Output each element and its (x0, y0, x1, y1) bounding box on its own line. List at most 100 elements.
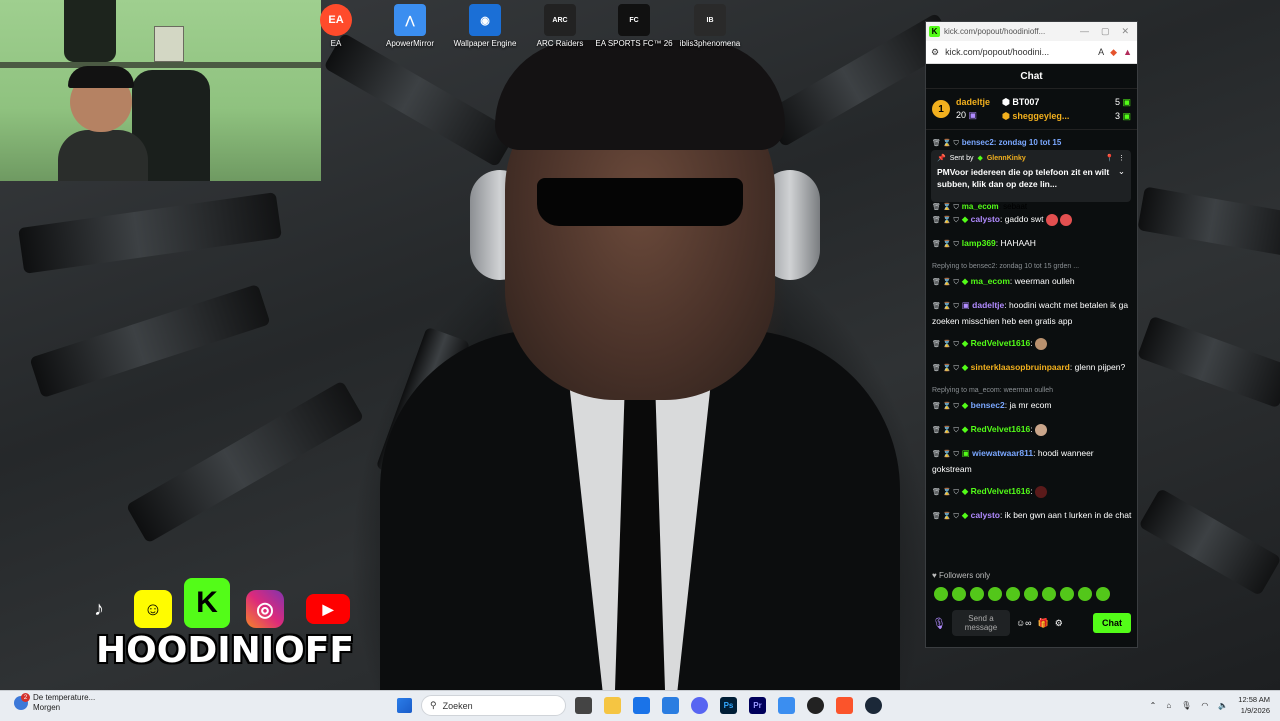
brave-shield-icon[interactable]: ◆ (1110, 47, 1117, 58)
badge-icon: ▣ (961, 300, 970, 310)
emote-icon[interactable] (952, 587, 966, 601)
volume-icon[interactable]: 🔈 (1218, 701, 1228, 710)
apowermirror-taskbar-icon[interactable] (778, 697, 795, 714)
desktop-icon-ea-fc[interactable]: FC EA SPORTS FC™ 26 (594, 4, 674, 48)
emote-icon[interactable] (1096, 587, 1110, 601)
emote-icon[interactable] (1078, 587, 1092, 601)
emote-icon (1034, 423, 1047, 436)
address-bar[interactable]: ⚙ kick.com/popout/hoodini... A ◆ ▲ (926, 41, 1137, 64)
desktop-icon-ea[interactable]: EA EA (296, 4, 376, 48)
emote-picker-icon[interactable]: ☺∞ (1016, 618, 1032, 628)
chevron-up-icon[interactable]: ⌃ (1150, 701, 1157, 710)
chat-username[interactable]: RedVelvet1616 (971, 486, 1031, 496)
microphone-icon[interactable]: 🎙 (932, 617, 946, 630)
send-chat-button[interactable]: Chat (1093, 613, 1131, 633)
emote-icon[interactable] (988, 587, 1002, 601)
windows-start-icon[interactable] (397, 698, 412, 713)
chat-username[interactable]: wiewatwaar811 (972, 448, 1033, 458)
badge-icon: ◆ (961, 486, 969, 496)
network-icon[interactable]: ⌂ (1166, 701, 1171, 710)
weather-widget[interactable]: 2 De temperature... Morgen (14, 693, 95, 713)
file-explorer-icon[interactable] (604, 697, 621, 714)
chat-username[interactable]: dadeltje (972, 300, 1004, 310)
kick-chat-popup-window[interactable]: K kick.com/popout/hoodinioff... — ▢ ✕ ⚙ … (925, 21, 1138, 648)
chat-username[interactable]: lamp369 (962, 238, 996, 248)
followers-only-label: Followers only (938, 571, 991, 580)
badge-icon: ◆ (961, 424, 969, 434)
chat-username[interactable]: bensec2 (971, 400, 1005, 410)
emote-icon[interactable] (970, 587, 984, 601)
social-overlay: ♪ ☺ K ◎ ▶ HOODINIOFF (80, 578, 370, 671)
chat-message-input[interactable]: Send a message (951, 610, 1010, 636)
leaderboard-second-value: 5 (1114, 96, 1120, 107)
leaderboard-third-value: 3 (1114, 110, 1120, 121)
desktop-icon-arc-raiders[interactable]: ARC ARC Raiders (520, 4, 600, 48)
emote-icon[interactable] (934, 587, 948, 601)
search-icon: ⚲ (430, 700, 437, 710)
desktop-icon-label: iblis3phenomena (679, 39, 741, 48)
mod-icons: 🗑 ⌛ ⛉ (932, 365, 959, 372)
wallpaper-gun (18, 192, 282, 274)
weather-subtitle: Morgen (33, 703, 61, 712)
address-url[interactable]: kick.com/popout/hoodini... (945, 47, 1092, 57)
brave-rewards-icon[interactable]: ▲ (1123, 47, 1132, 57)
premiere-icon[interactable]: Pr (749, 697, 766, 714)
outlook-icon[interactable] (662, 697, 679, 714)
quick-emote-bar[interactable] (926, 580, 1137, 608)
chat-username[interactable]: calysto (971, 214, 1000, 224)
wifi-icon[interactable]: ◠ (1201, 701, 1208, 710)
taskbar-clock[interactable]: 12:58 AM 1/9/2026 (1238, 694, 1270, 716)
emote-icon[interactable] (1024, 587, 1038, 601)
brave-icon[interactable] (836, 697, 853, 714)
chat-message: 🗑 ⌛ ⛉ ◆ sinterklaasopbruinpaard: glenn pi… (932, 362, 1126, 372)
chat-reply-context[interactable]: Replying to bensec2: zondag 10 tot 15 gr… (932, 260, 1134, 274)
chevron-down-icon[interactable]: ⌄ (1118, 166, 1125, 190)
emote-icon[interactable] (1042, 587, 1056, 601)
chat-username[interactable]: RedVelvet1616 (971, 338, 1031, 348)
chat-username[interactable]: RedVelvet1616 (971, 424, 1031, 434)
site-info-icon[interactable]: ⚙ (931, 47, 939, 58)
desktop-icon-wallpaper-engine[interactable]: ◉ Wallpaper Engine (445, 4, 525, 48)
more-options-icon[interactable]: ⋮ (1118, 154, 1125, 162)
minimize-icon[interactable]: — (1080, 26, 1089, 37)
translate-icon[interactable]: A (1098, 47, 1104, 57)
chat-message-text: HAHAAH (998, 238, 1036, 248)
window-titlebar[interactable]: K kick.com/popout/hoodinioff... — ▢ ✕ (926, 22, 1137, 41)
store-icon[interactable] (633, 697, 650, 714)
emote-icon[interactable] (1006, 587, 1020, 601)
gift-leaderboard[interactable]: 1 dadeltje 20 ▣ ⬢ BT007 ⬢ sheggeyleg... … (926, 89, 1137, 130)
discord-icon[interactable] (691, 697, 708, 714)
gift-icon[interactable]: 🎁 (1038, 618, 1049, 629)
weather-icon: 2 (14, 693, 30, 710)
badge-icon: ◆ (977, 155, 983, 162)
photoshop-icon[interactable]: Ps (720, 697, 737, 714)
taskbar-search[interactable]: ⚲ Zoeken (421, 695, 566, 716)
maximize-icon[interactable]: ▢ (1101, 26, 1110, 37)
badge-icon: ◆ (961, 510, 969, 520)
chat-message-text: gaddo swt (1002, 214, 1044, 224)
microphone-icon[interactable]: 🎙 (1181, 701, 1191, 710)
chat-username[interactable]: ma_ecom (962, 202, 999, 210)
chat-message-fragment: bensec2: zondag 10 tot 15 (961, 138, 1062, 147)
leaderboard-second-name: BT007 (1012, 96, 1040, 107)
emote-icon[interactable] (1060, 587, 1074, 601)
task-view-icon[interactable] (575, 697, 592, 714)
chat-reply-context[interactable]: Replying to ma_ecom: weerman oulleh (932, 384, 1134, 398)
search-placeholder: Zoeken (442, 700, 473, 711)
unpin-icon[interactable]: 📍 (1105, 154, 1114, 162)
gear-icon[interactable]: ⚙ (1055, 618, 1063, 629)
desktop-icon-iblis[interactable]: IB iblis3phenomena (670, 4, 750, 48)
chat-username[interactable]: sinterklaasopbruinpaard (971, 362, 1070, 372)
chat-message-text: sebaat (1003, 202, 1028, 210)
gift-icon: ▣ (1122, 96, 1131, 107)
desktop-icon-apowermirror[interactable]: ⋀ ApowerMirror (370, 4, 450, 48)
chat-username[interactable]: calysto (971, 510, 1000, 520)
mod-icons: 🗑 ⌛ ⛉ (932, 403, 959, 410)
pinned-message[interactable]: 📌 Sent by ◆ GlennKinky 📍 ⋮ PMVoor iedere… (931, 150, 1131, 202)
chat-username[interactable]: ma_ecom (971, 276, 1010, 286)
leaderboard-third-name: sheggeyleg... (1012, 110, 1070, 121)
close-icon[interactable]: ✕ (1121, 26, 1129, 37)
steam-icon[interactable] (865, 697, 882, 714)
chat-message-list[interactable]: 🗑 ⌛ ⛉ ◆ calysto: gaddo swt 🗑 ⌛ ⛉ lamp369: … (932, 212, 1134, 532)
obs-icon[interactable] (807, 697, 824, 714)
